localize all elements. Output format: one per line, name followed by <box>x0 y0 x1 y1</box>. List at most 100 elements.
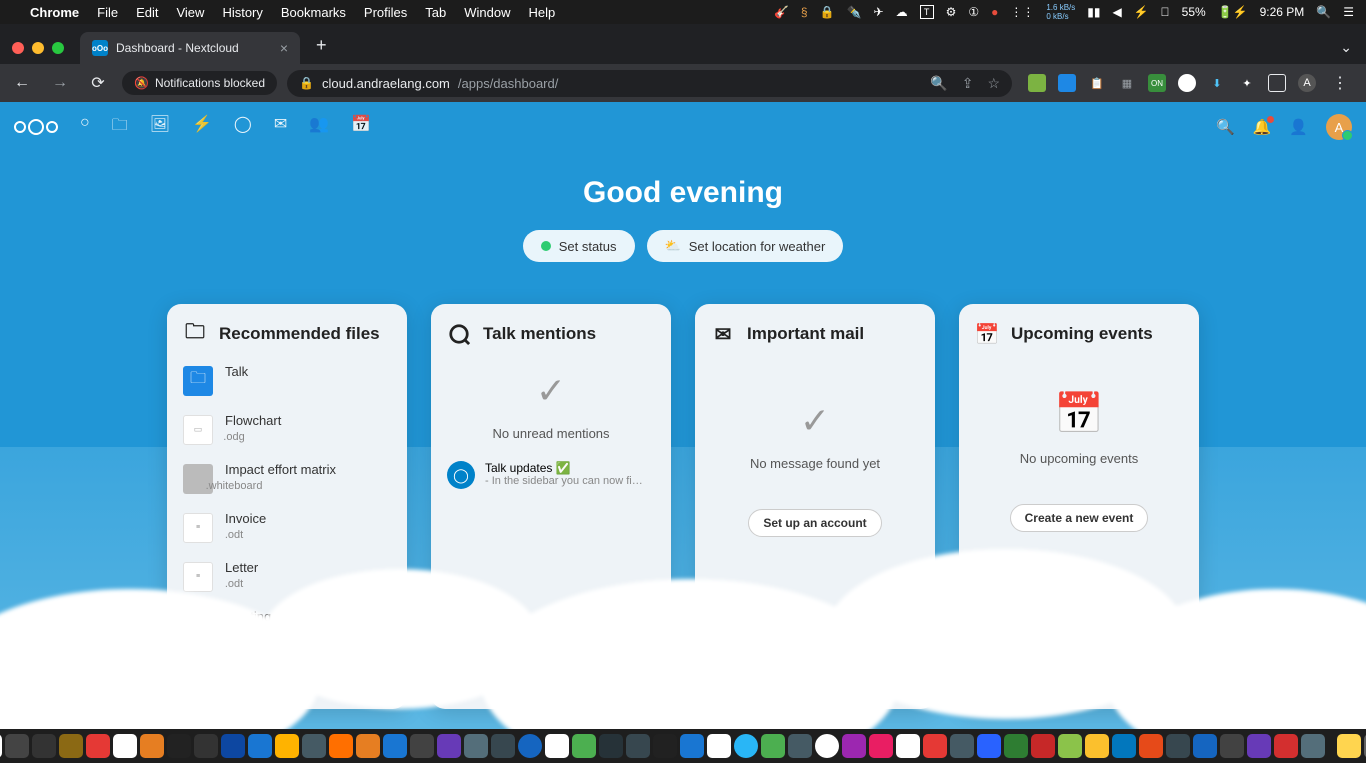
menu-profiles[interactable]: Profiles <box>364 5 407 20</box>
dock-app[interactable] <box>1166 734 1190 758</box>
dock-app[interactable] <box>1112 734 1136 758</box>
notifications-chip[interactable]: 🔕 Notifications blocked <box>122 71 277 95</box>
download-icon[interactable]: ⬇ <box>1208 74 1226 92</box>
dock-app[interactable] <box>113 734 137 758</box>
back-button[interactable]: ← <box>8 74 36 92</box>
notifications-icon[interactable]: 🔔 <box>1253 118 1272 136</box>
file-item[interactable]: Impact effort matrix.whiteboard <box>183 462 391 495</box>
menubar-icon[interactable]: T <box>920 5 934 19</box>
chrome-menu-icon[interactable]: ⋮ <box>1328 73 1352 93</box>
menubar-icon[interactable]: ① <box>968 5 979 19</box>
extension-icon[interactable] <box>1058 74 1076 92</box>
file-item[interactable]: ≡Letter.odt <box>183 560 391 593</box>
dock-app[interactable] <box>275 734 299 758</box>
extension-icon[interactable]: ON <box>1148 74 1166 92</box>
tab-close-icon[interactable]: × <box>280 40 288 56</box>
dock-app[interactable] <box>356 734 380 758</box>
menubar-icon[interactable]: ● <box>991 5 998 19</box>
dock-app[interactable] <box>248 734 272 758</box>
window-close[interactable] <box>12 42 24 54</box>
control-center-icon[interactable]: ☰ <box>1343 5 1354 19</box>
address-bar[interactable]: 🔒 cloud.andraelang.com/apps/dashboard/ 🔍… <box>287 70 1012 97</box>
dock-app[interactable] <box>923 734 947 758</box>
menubar-icon[interactable]: ⚙ <box>946 5 957 19</box>
dock-app[interactable] <box>761 734 785 758</box>
dock-app[interactable] <box>599 734 623 758</box>
dock-app[interactable] <box>1004 734 1028 758</box>
sidepanel-icon[interactable] <box>1268 74 1286 92</box>
profile-avatar[interactable]: A <box>1298 74 1316 92</box>
file-item[interactable]: 🔀Mindmap.odg <box>183 658 391 691</box>
file-item[interactable]: ≡Meeting notes.md <box>183 609 391 642</box>
dock-app[interactable] <box>977 734 1001 758</box>
spotlight-icon[interactable]: 🔍 <box>1316 5 1331 19</box>
dock-app[interactable] <box>1139 734 1163 758</box>
talk-update-item[interactable]: ◯ Talk updates ✅ - In the sidebar you ca… <box>447 461 655 489</box>
dock-app[interactable] <box>302 734 326 758</box>
cloud-icon[interactable]: ☁ <box>896 5 908 19</box>
menubar-icon[interactable]: ⋮⋮ <box>1010 5 1034 19</box>
search-icon[interactable]: 🔍 <box>1216 118 1235 136</box>
file-item[interactable]: ≡Invoice.odt <box>183 511 391 544</box>
dock-app[interactable] <box>1274 734 1298 758</box>
dock-app[interactable] <box>572 734 596 758</box>
window-maximize[interactable] <box>52 42 64 54</box>
bluetooth-icon[interactable]: ⚡ <box>1134 5 1149 19</box>
menu-file[interactable]: File <box>97 5 118 20</box>
forward-button[interactable]: → <box>46 74 74 92</box>
nextcloud-logo[interactable] <box>14 119 58 135</box>
battery-icon[interactable]: 🔋⚡ <box>1218 5 1248 19</box>
extension-icon[interactable] <box>1028 74 1046 92</box>
menu-bookmarks[interactable]: Bookmarks <box>281 5 346 20</box>
dock-app[interactable] <box>437 734 461 758</box>
share-icon[interactable]: ⇪ <box>962 75 974 92</box>
dock-app[interactable] <box>680 734 704 758</box>
new-tab-button[interactable]: + <box>306 35 337 64</box>
dock-app[interactable] <box>653 734 677 758</box>
extension-icon[interactable]: ▦ <box>1118 74 1136 92</box>
menubar-icon[interactable]: ▮▮ <box>1087 5 1100 19</box>
dock-app[interactable] <box>1247 734 1271 758</box>
dock-app[interactable] <box>194 734 218 758</box>
menu-tab[interactable]: Tab <box>425 5 446 20</box>
dock-app[interactable] <box>464 734 488 758</box>
dock-app[interactable] <box>221 734 245 758</box>
dock-app[interactable] <box>383 734 407 758</box>
menu-help[interactable]: Help <box>529 5 556 20</box>
nav-mail-icon[interactable]: ✉ <box>274 114 287 141</box>
dock-app[interactable] <box>1085 734 1109 758</box>
nav-photos-icon[interactable]: 🖼 <box>150 114 170 141</box>
set-weather-button[interactable]: ⛅ Set location for weather <box>647 230 844 262</box>
dock-finder[interactable] <box>0 734 2 758</box>
dock-app[interactable] <box>329 734 353 758</box>
volume-icon[interactable]: ◀ <box>1112 5 1121 19</box>
bookmark-icon[interactable]: ☆ <box>987 75 1000 92</box>
dock-app[interactable] <box>734 734 758 758</box>
extension-icon[interactable]: 📋 <box>1088 74 1106 92</box>
dock-app[interactable] <box>950 734 974 758</box>
wifi-icon[interactable]: 􀙇 <box>1161 5 1170 19</box>
menubar-icon[interactable]: 🎸 <box>774 5 789 19</box>
tabs-dropdown-icon[interactable]: ⌄ <box>1326 39 1366 64</box>
menu-edit[interactable]: Edit <box>136 5 158 20</box>
nav-files-icon[interactable]: 🗀 <box>112 114 128 141</box>
extensions-menu-icon[interactable]: ✦ <box>1238 74 1256 92</box>
browser-tab[interactable]: oOo Dashboard - Nextcloud × <box>80 32 300 64</box>
clock[interactable]: 9:26 PM <box>1260 5 1305 19</box>
dock-app[interactable] <box>842 734 866 758</box>
dock-app[interactable] <box>1058 734 1082 758</box>
menu-history[interactable]: History <box>222 5 262 20</box>
contacts-menu-icon[interactable]: 👤 <box>1289 118 1308 136</box>
extension-icon[interactable] <box>1178 74 1196 92</box>
dock-chrome[interactable] <box>815 734 839 758</box>
window-minimize[interactable] <box>32 42 44 54</box>
dock-app[interactable] <box>1220 734 1244 758</box>
set-status-button[interactable]: Set status <box>523 230 635 262</box>
dock-app[interactable] <box>32 734 56 758</box>
nav-activity-icon[interactable]: ⚡ <box>192 114 212 141</box>
dock-app[interactable] <box>1031 734 1055 758</box>
file-item[interactable]: 🗀Talk <box>183 364 391 397</box>
dock-app[interactable] <box>626 734 650 758</box>
reload-button[interactable]: ⟳ <box>84 73 112 93</box>
menubar-icon[interactable]: § <box>801 5 808 19</box>
